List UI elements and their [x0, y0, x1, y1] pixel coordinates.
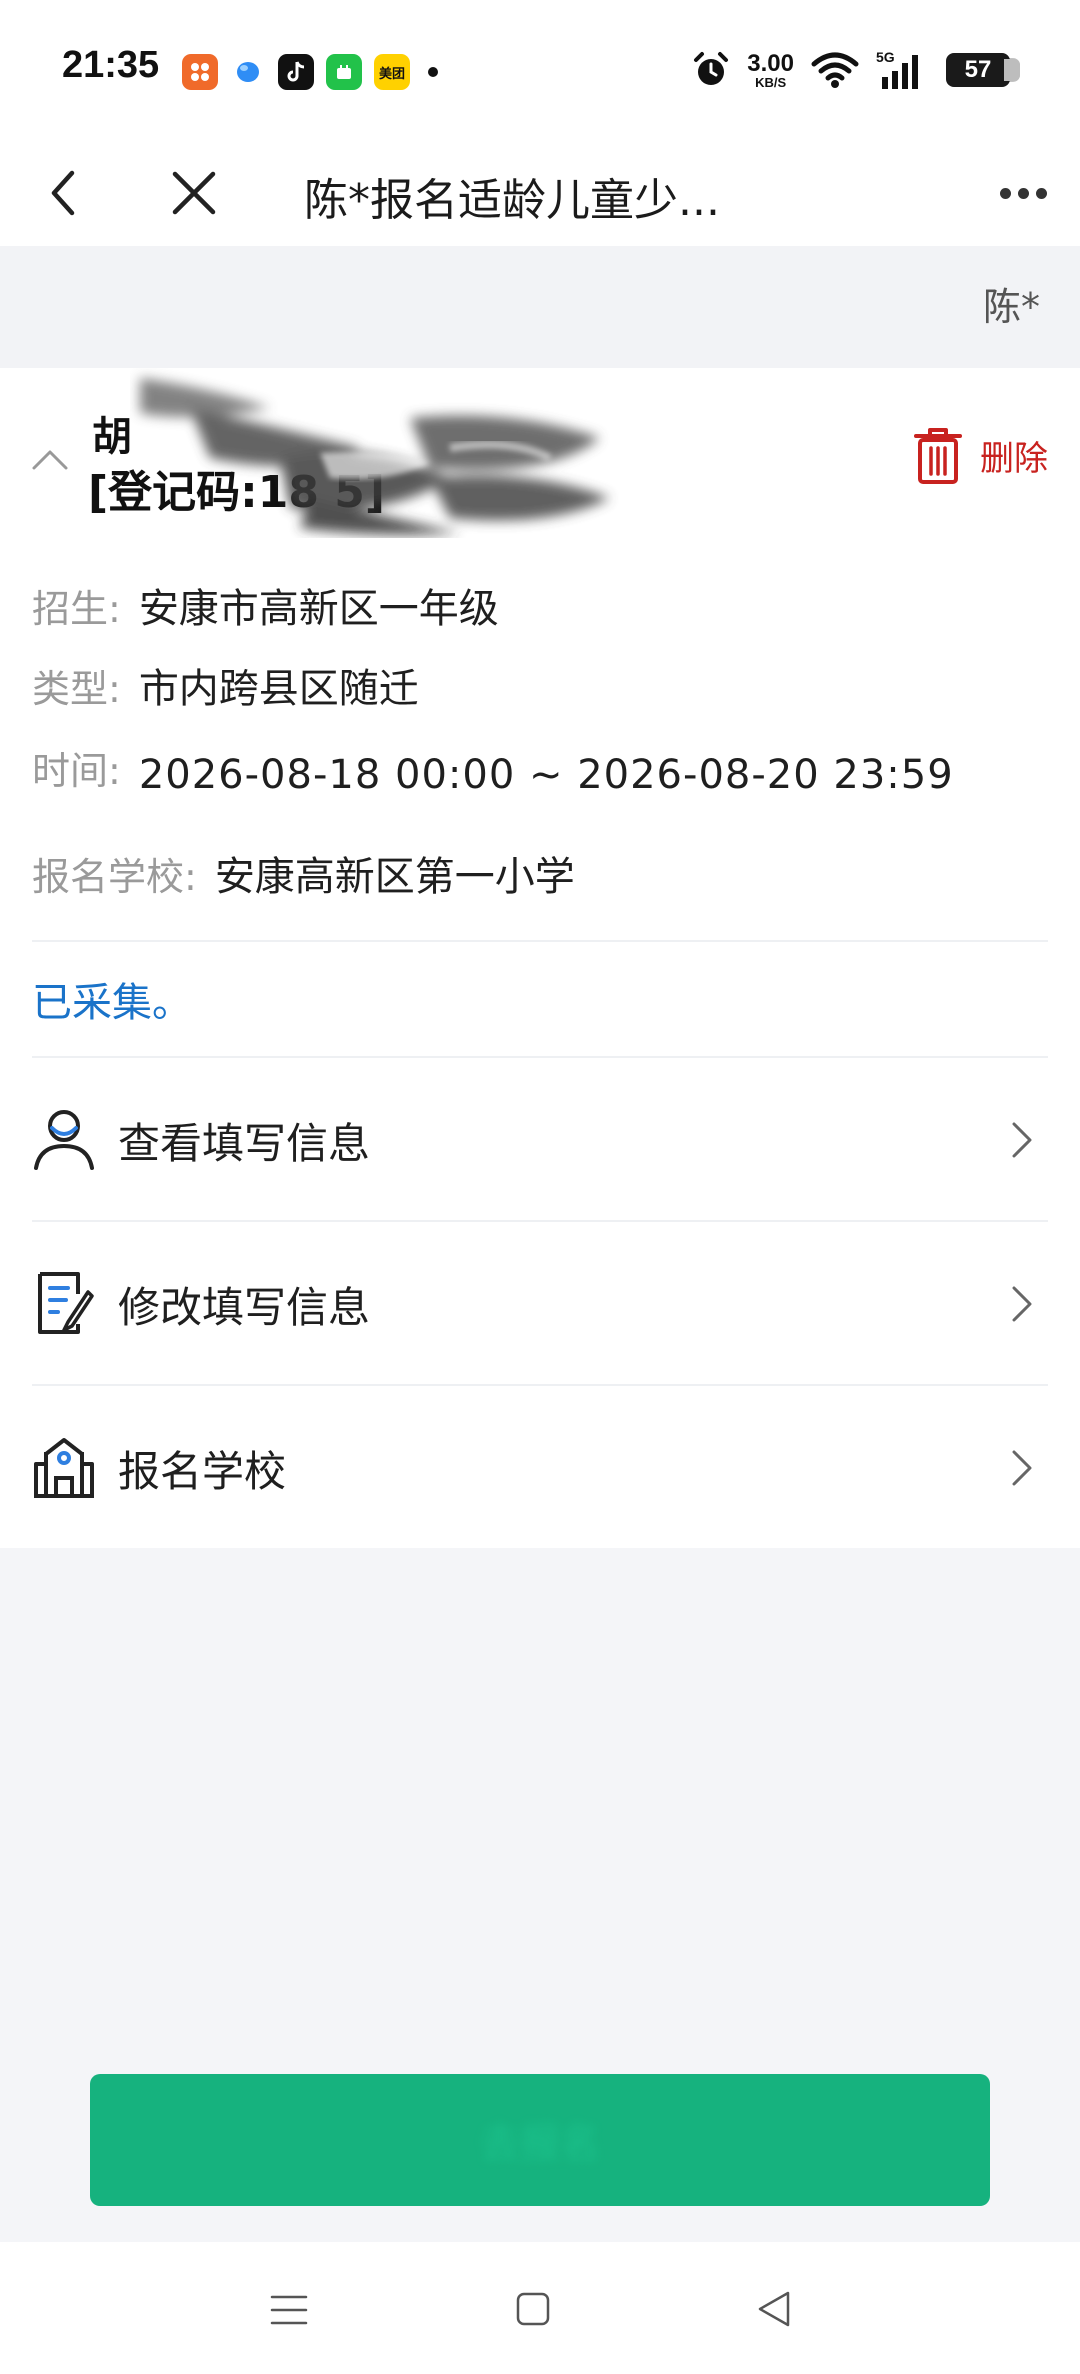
register-button-label: 去报名: [480, 2121, 600, 2167]
menu-item-school[interactable]: 报名学校: [0, 1386, 1080, 1548]
info-row-enrollment: 招生: 安康市高新区一年级: [32, 576, 499, 634]
menu-label: 修改填写信息: [118, 1283, 371, 1332]
close-button[interactable]: [164, 158, 224, 228]
meituan-icon: 美团: [374, 54, 410, 90]
more-notifications-dot: [428, 67, 438, 77]
menu-label: 查看填写信息: [118, 1119, 371, 1168]
edit-document-icon: [38, 1272, 94, 1334]
info-row-type: 类型: 市内跨县区随迁: [32, 656, 419, 714]
page-title: 陈*报名适龄儿童少...: [304, 175, 720, 226]
redaction-scribble: [140, 378, 610, 535]
more-dot-icon: [1017, 187, 1029, 199]
back-button[interactable]: [38, 158, 88, 228]
chevron-left-icon: [51, 170, 75, 216]
close-icon: [172, 171, 216, 215]
more-options-button[interactable]: [988, 160, 1058, 226]
douyin-icon: [278, 54, 314, 90]
app-green-icon: [326, 54, 362, 90]
status-time: 21:35: [62, 44, 160, 86]
collection-status: 已采集。: [32, 980, 192, 1026]
more-dot-icon: [999, 187, 1011, 199]
register-button[interactable]: 去报名: [90, 2074, 990, 2206]
chevron-up-icon[interactable]: [28, 438, 72, 482]
svg-text:5G: 5G: [876, 49, 895, 65]
info-value: 安康市高新区一年级: [138, 586, 499, 632]
account-owner-name: 陈*: [982, 285, 1040, 329]
info-label: 时间:: [32, 749, 121, 793]
status-bar: 21:35 美团 3.00 KB/S 5G 57: [0, 0, 1080, 140]
info-value: 安康高新区第一小学: [214, 854, 575, 900]
alarm-icon: [694, 52, 729, 85]
home-icon[interactable]: [516, 2292, 550, 2326]
system-navigation-bar: [0, 2242, 1080, 2374]
app-blue-bubble-icon: [230, 54, 266, 90]
info-label: 类型:: [32, 666, 121, 711]
menu-item-view-info[interactable]: 查看填写信息: [0, 1058, 1080, 1220]
info-value: 2026-08-18 00:00 ~ 2026-08-20 23:59: [138, 752, 954, 798]
signal-5g-icon: 5G: [876, 49, 918, 89]
info-label: 招生:: [32, 586, 121, 631]
info-value: 市内跨县区随迁: [138, 666, 419, 712]
delete-button[interactable]: 删除: [910, 420, 1048, 490]
wifi-icon: [811, 52, 859, 88]
notification-icons: 美团: [182, 52, 438, 92]
info-row-time: 时间: 2026-08-18 00:00 ~ 2026-08-20 23:59: [32, 740, 954, 798]
user-icon: [34, 1110, 94, 1170]
account-owner-strip: 陈*: [0, 246, 1080, 368]
school-icon: [34, 1438, 94, 1498]
delete-label: 删除: [980, 438, 1048, 479]
network-speed: 3.00 KB/S: [747, 49, 794, 90]
menu-label: 报名学校: [118, 1447, 287, 1496]
chevron-right-icon: [1012, 1450, 1032, 1486]
info-label: 报名学校:: [32, 854, 197, 899]
more-dot-icon: [1035, 187, 1047, 199]
top-nav-bar: 陈*报名适龄儿童少...: [0, 140, 1080, 246]
student-name: 胡: [92, 414, 132, 460]
battery-indicator: 57: [946, 53, 1020, 87]
menu-item-edit-info[interactable]: 修改填写信息: [0, 1222, 1080, 1384]
chevron-right-icon: [1012, 1122, 1032, 1158]
back-triangle-icon[interactable]: [756, 2290, 792, 2328]
recent-apps-icon[interactable]: [270, 2294, 308, 2326]
trash-icon: [914, 428, 962, 484]
info-row-school: 报名学校: 安康高新区第一小学: [32, 844, 575, 902]
chevron-right-icon: [1012, 1286, 1032, 1322]
status-indicators: 3.00 KB/S 5G 57: [691, 48, 1020, 92]
registration-card: 胡 [登记码:18 5] 删除 招生: 安康市高新区一年级 类型: 市内跨县区随…: [0, 368, 1080, 1548]
divider: [32, 940, 1048, 942]
app-orange-icon: [182, 54, 218, 90]
